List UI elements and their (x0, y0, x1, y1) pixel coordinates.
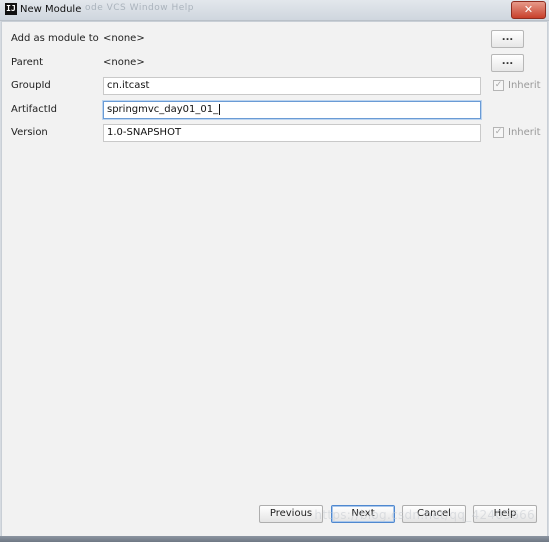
add-as-module-label: Add as module to (11, 33, 99, 44)
group-id-inherit-checkbox[interactable]: ✓ (493, 80, 504, 91)
new-module-dialog: IJ New Module ode VCS Window Help ✕ Add … (0, 0, 549, 542)
version-inherit-checkbox[interactable]: ✓ (493, 127, 504, 138)
taskbar-strip (0, 536, 549, 542)
parent-browse-button[interactable]: ... (491, 54, 524, 72)
previous-button-label: Previous (269, 508, 313, 519)
version-field[interactable]: 1.0-SNAPSHOT (103, 124, 481, 142)
text-caret (219, 103, 221, 115)
group-id-field[interactable]: cn.itcast (103, 77, 481, 95)
group-id-label: GroupId (11, 80, 51, 91)
add-as-module-value: <none> (103, 33, 145, 44)
artifact-id-field[interactable]: springmvc_day01_01_ (103, 101, 481, 119)
close-icon: ✕ (523, 3, 534, 16)
parent-label: Parent (11, 57, 44, 68)
artifact-id-value: springmvc_day01_01_ (107, 104, 219, 115)
background-menu-ghost: ode VCS Window Help (85, 3, 194, 13)
version-label: Version (11, 127, 48, 138)
watermark-text: https://blog.csdn.net/qq_42405666 (314, 508, 535, 522)
group-id-inherit-label: Inherit (508, 80, 541, 91)
add-as-module-browse-button[interactable]: ... (491, 30, 524, 48)
artifact-id-label: ArtifactId (11, 104, 58, 115)
checkmark-icon: ✓ (494, 127, 503, 137)
previous-button[interactable]: Previous (259, 505, 323, 523)
title-bar[interactable]: IJ New Module ode VCS Window Help ✕ (0, 0, 549, 21)
version-inherit-label: Inherit (508, 127, 541, 138)
checkmark-icon: ✓ (494, 80, 503, 90)
parent-value: <none> (103, 57, 145, 68)
close-button[interactable]: ✕ (511, 1, 546, 19)
intellij-icon: IJ (5, 3, 17, 15)
dialog-content: Add as module to <none> ... Parent <none… (1, 21, 548, 541)
window-title: New Module (20, 4, 82, 15)
